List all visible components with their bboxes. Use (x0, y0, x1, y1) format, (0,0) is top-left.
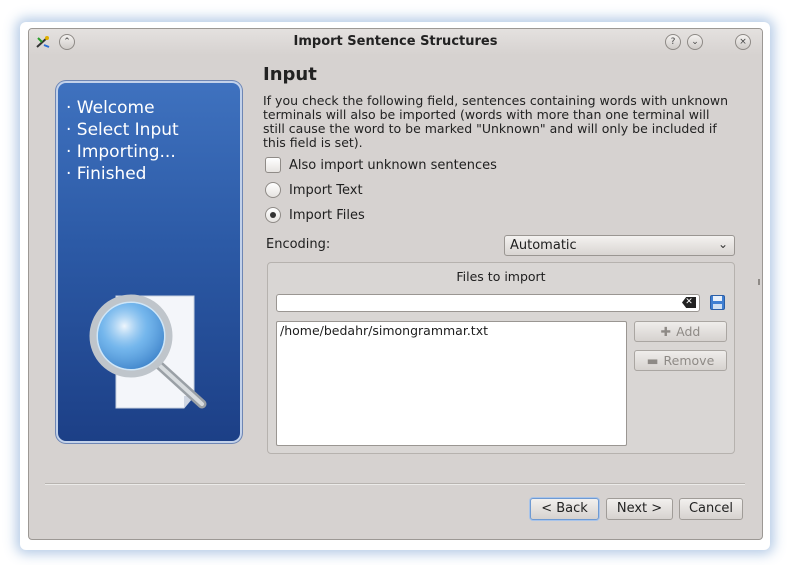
page-title: Input (263, 64, 317, 85)
magnifier-document-icon (89, 294, 207, 409)
import-dialog: ⌃ Import Sentence Structures ? ⌄ × · Wel… (28, 28, 763, 540)
import-files-label: Import Files (289, 207, 365, 223)
clear-text-icon[interactable]: ✕ (682, 297, 696, 308)
encoding-label: Encoding: (266, 237, 331, 252)
close-button[interactable]: × (735, 34, 751, 50)
shade-button[interactable]: ⌄ (687, 34, 703, 50)
wizard-side-panel: · Welcome · Select Input · Importing... … (56, 81, 242, 443)
import-text-radio[interactable]: Import Text (265, 181, 363, 199)
back-button[interactable]: < Back (530, 498, 599, 520)
remove-label: Remove (663, 353, 715, 368)
files-group-title: Files to import (456, 269, 546, 284)
unknown-sentences-label: Also import unknown sentences (289, 157, 497, 173)
help-button[interactable]: ? (665, 34, 681, 50)
step-welcome: · Welcome (66, 98, 155, 118)
step-importing: · Importing... (66, 142, 176, 162)
chevron-down-icon: ⌄ (717, 237, 728, 251)
next-button[interactable]: Next > (606, 498, 673, 520)
files-list[interactable]: /home/bedahr/simongrammar.txt (276, 321, 627, 446)
encoding-value: Automatic (510, 238, 577, 253)
radio-indicator-selected[interactable] (265, 207, 281, 223)
cancel-button[interactable]: Cancel (679, 498, 743, 520)
radio-indicator[interactable] (265, 182, 281, 198)
remove-button[interactable]: ▬ Remove (634, 350, 727, 371)
step-select-input: · Select Input (66, 120, 179, 140)
wizard-steps: · Welcome · Select Input · Importing... … (66, 97, 179, 185)
import-files-radio[interactable]: Import Files (265, 206, 365, 224)
files-group: Files to import ✕ /home/bedahr/simongram… (267, 262, 735, 454)
resize-grip[interactable] (758, 279, 760, 285)
footer-separator (45, 483, 745, 485)
page-description: If you check the following field, senten… (263, 93, 729, 150)
add-label: Add (676, 324, 701, 339)
minus-icon: ▬ (646, 353, 659, 368)
title-bar[interactable]: ⌃ Import Sentence Structures ? ⌄ × (29, 29, 762, 55)
list-item[interactable]: /home/bedahr/simongrammar.txt (280, 323, 488, 338)
save-icon[interactable] (710, 295, 725, 310)
plus-icon: ✚ (660, 324, 672, 339)
window-title: Import Sentence Structures (293, 34, 498, 49)
add-button[interactable]: ✚ Add (634, 321, 727, 342)
step-finished: · Finished (66, 164, 147, 184)
file-path-input[interactable]: ✕ (276, 294, 700, 312)
checkbox-box[interactable] (265, 157, 281, 173)
import-text-label: Import Text (289, 182, 363, 198)
unknown-sentences-checkbox[interactable]: Also import unknown sentences (265, 156, 497, 174)
encoding-select[interactable]: Automatic ⌄ (504, 235, 735, 256)
